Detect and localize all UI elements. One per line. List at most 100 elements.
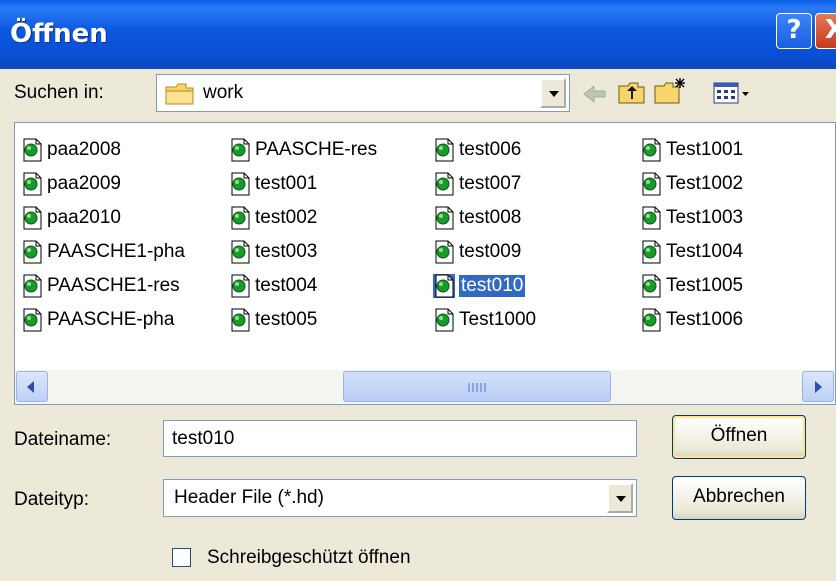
new-folder-icon[interactable] — [653, 76, 689, 106]
file-item[interactable]: PAASCHE1-pha — [21, 237, 185, 267]
file-icon — [640, 206, 662, 230]
file-icon — [229, 172, 251, 196]
file-name: Test1003 — [666, 207, 744, 228]
file-name: Test1001 — [666, 139, 744, 160]
file-item[interactable]: test004 — [229, 271, 317, 301]
file-icon — [433, 274, 455, 298]
file-icon — [21, 172, 43, 196]
file-name: test004 — [255, 275, 318, 296]
file-name: test010 — [459, 275, 526, 297]
file-name: paa2009 — [47, 173, 121, 194]
file-name: Test1006 — [666, 309, 744, 330]
file-icon — [433, 206, 455, 230]
file-name: test006 — [459, 139, 522, 160]
file-name: PAASCHE-res — [255, 139, 378, 160]
open-button[interactable]: Öffnen — [672, 415, 806, 459]
scroll-left-button[interactable] — [16, 371, 48, 402]
location-combo[interactable]: work — [156, 74, 570, 112]
file-name: Test1002 — [666, 173, 744, 194]
file-item[interactable]: PAASCHE1-res — [21, 271, 180, 301]
location-label: Suchen in: — [14, 82, 104, 103]
file-icon — [433, 172, 455, 196]
file-icon — [433, 308, 455, 332]
file-item[interactable]: test001 — [229, 169, 317, 199]
file-name: test009 — [459, 241, 522, 262]
file-item[interactable]: Test1001 — [640, 135, 743, 165]
file-item[interactable]: Test1005 — [640, 271, 743, 301]
file-icon — [21, 138, 43, 162]
close-button[interactable]: X — [815, 13, 836, 49]
file-icon — [640, 172, 662, 196]
location-dropdown-button[interactable] — [540, 78, 566, 108]
file-icon — [229, 274, 251, 298]
file-icon — [640, 308, 662, 332]
file-name: Test1000 — [459, 309, 537, 330]
file-item[interactable]: PAASCHE-res — [229, 135, 377, 165]
readonly-label: Schreibgeschützt öffnen — [207, 547, 411, 568]
file-icon — [433, 240, 455, 264]
file-item[interactable]: test010 — [433, 271, 526, 301]
filename-label: Dateiname: — [14, 429, 112, 450]
filetype-combo[interactable]: Header File (*.hd) — [163, 479, 637, 517]
help-button[interactable]: ? — [776, 13, 812, 49]
file-list[interactable]: paa2008 paa2009 paa2010 PAASCHE1-pha PAASCHE… — [14, 122, 836, 405]
file-item[interactable]: PAASCHE-pha — [21, 305, 174, 335]
file-name: Test1005 — [666, 275, 744, 296]
horizontal-scrollbar[interactable] — [15, 370, 835, 404]
file-icon — [229, 308, 251, 332]
file-name: PAASCHE1-res — [47, 275, 180, 296]
file-item[interactable]: test006 — [433, 135, 521, 165]
file-icon — [229, 138, 251, 162]
file-name: paa2008 — [47, 139, 121, 160]
file-item[interactable]: paa2008 — [21, 135, 121, 165]
file-item[interactable]: test007 — [433, 169, 521, 199]
file-item[interactable]: test002 — [229, 203, 317, 233]
cancel-button[interactable]: Abbrechen — [672, 476, 806, 520]
title-bar[interactable]: Öffnen ? X — [0, 0, 836, 69]
file-name: test002 — [255, 207, 318, 228]
file-item[interactable]: paa2009 — [21, 169, 121, 199]
scroll-thumb[interactable] — [343, 371, 611, 402]
window-title: Öffnen — [10, 19, 108, 49]
file-item[interactable]: test003 — [229, 237, 317, 267]
filetype-value: Header File (*.hd) — [174, 487, 324, 508]
filetype-dropdown-button[interactable] — [607, 483, 633, 513]
up-folder-icon[interactable] — [617, 80, 647, 106]
filename-field[interactable] — [163, 420, 637, 457]
file-name: test007 — [459, 173, 522, 194]
file-name: test005 — [255, 309, 318, 330]
filename-input[interactable] — [164, 421, 618, 456]
file-item[interactable]: Test1000 — [433, 305, 536, 335]
file-icon — [21, 240, 43, 264]
view-menu-icon[interactable] — [712, 80, 752, 106]
file-icon — [640, 138, 662, 162]
file-name: test003 — [255, 241, 318, 262]
file-icon — [229, 206, 251, 230]
file-icon — [640, 240, 662, 264]
file-icon — [21, 308, 43, 332]
file-icon — [229, 240, 251, 264]
folder-icon — [165, 83, 194, 105]
file-name: Test1004 — [666, 241, 744, 262]
file-item[interactable]: test008 — [433, 203, 521, 233]
file-item[interactable]: Test1003 — [640, 203, 743, 233]
file-name: test001 — [255, 173, 318, 194]
filetype-label: Dateityp: — [14, 489, 89, 510]
scroll-right-button[interactable] — [802, 371, 834, 402]
readonly-checkbox[interactable] — [172, 548, 191, 567]
location-value: work — [203, 82, 244, 103]
file-name: test008 — [459, 207, 522, 228]
file-item[interactable]: Test1006 — [640, 305, 743, 335]
file-icon — [21, 206, 43, 230]
file-icon — [21, 274, 43, 298]
back-icon[interactable] — [582, 83, 608, 105]
file-item[interactable]: Test1004 — [640, 237, 743, 267]
file-name: paa2010 — [47, 207, 121, 228]
file-item[interactable]: test005 — [229, 305, 317, 335]
file-item[interactable]: Test1002 — [640, 169, 743, 199]
file-name: PAASCHE-pha — [47, 309, 175, 330]
file-item[interactable]: paa2010 — [21, 203, 121, 233]
file-name: PAASCHE1-pha — [47, 241, 185, 262]
file-item[interactable]: test009 — [433, 237, 521, 267]
file-icon — [640, 274, 662, 298]
